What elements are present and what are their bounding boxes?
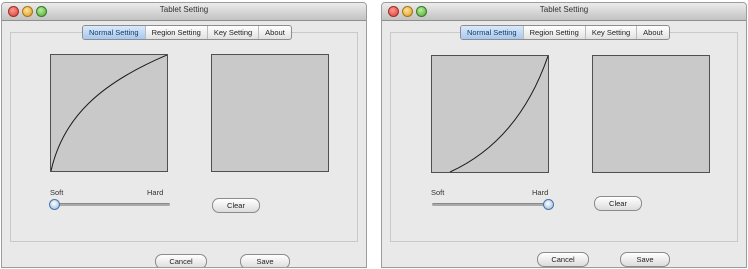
pressure-slider-thumb[interactable] — [49, 199, 60, 210]
tab-about[interactable]: About — [259, 26, 291, 39]
tab-bar: Normal Setting Region Setting Key Settin… — [82, 25, 292, 40]
window-title: Tablet Setting — [539, 5, 589, 14]
clear-button[interactable]: Clear — [212, 198, 260, 213]
pressure-slider-thumb[interactable] — [543, 199, 554, 210]
tab-normal-setting[interactable]: Normal Setting — [461, 26, 524, 39]
pressure-preview-area — [211, 54, 329, 172]
title-bar[interactable]: Tablet Setting — [2, 3, 366, 21]
tablet-setting-window-hard: Tablet Setting Normal Setting Region Set… — [381, 2, 747, 268]
cancel-button[interactable]: Cancel — [155, 254, 207, 267]
pressure-curve-svg — [449, 56, 548, 172]
save-button[interactable]: Save — [620, 252, 670, 267]
pressure-curve-graph — [50, 54, 168, 172]
soft-label: Soft — [431, 188, 445, 197]
title-bar[interactable]: Tablet Setting — [382, 3, 746, 21]
pressure-curve-line — [51, 55, 167, 171]
tab-key-setting[interactable]: Key Setting — [586, 26, 638, 39]
window-title: Tablet Setting — [159, 5, 209, 14]
pressure-slider[interactable] — [49, 199, 170, 210]
pressure-curve-graph — [431, 55, 549, 173]
pressure-slider[interactable] — [432, 199, 554, 210]
cancel-button[interactable]: Cancel — [537, 252, 589, 267]
tab-bar: Normal Setting Region Setting Key Settin… — [460, 25, 670, 40]
tab-key-setting[interactable]: Key Setting — [208, 26, 260, 39]
tab-region-setting[interactable]: Region Setting — [524, 26, 586, 39]
tab-normal-setting[interactable]: Normal Setting — [83, 26, 146, 39]
tablet-setting-window-soft: Tablet Setting Normal Setting Region Set… — [1, 2, 367, 268]
hard-label: Hard — [532, 188, 549, 197]
clear-button[interactable]: Clear — [594, 196, 642, 211]
pressure-curve-line — [449, 56, 548, 172]
hard-label: Hard — [147, 188, 164, 197]
save-button[interactable]: Save — [240, 254, 290, 267]
tab-about[interactable]: About — [637, 26, 669, 39]
tab-region-setting[interactable]: Region Setting — [146, 26, 208, 39]
pressure-preview-area — [592, 55, 710, 173]
soft-label: Soft — [50, 188, 64, 197]
pressure-curve-svg — [51, 55, 167, 171]
